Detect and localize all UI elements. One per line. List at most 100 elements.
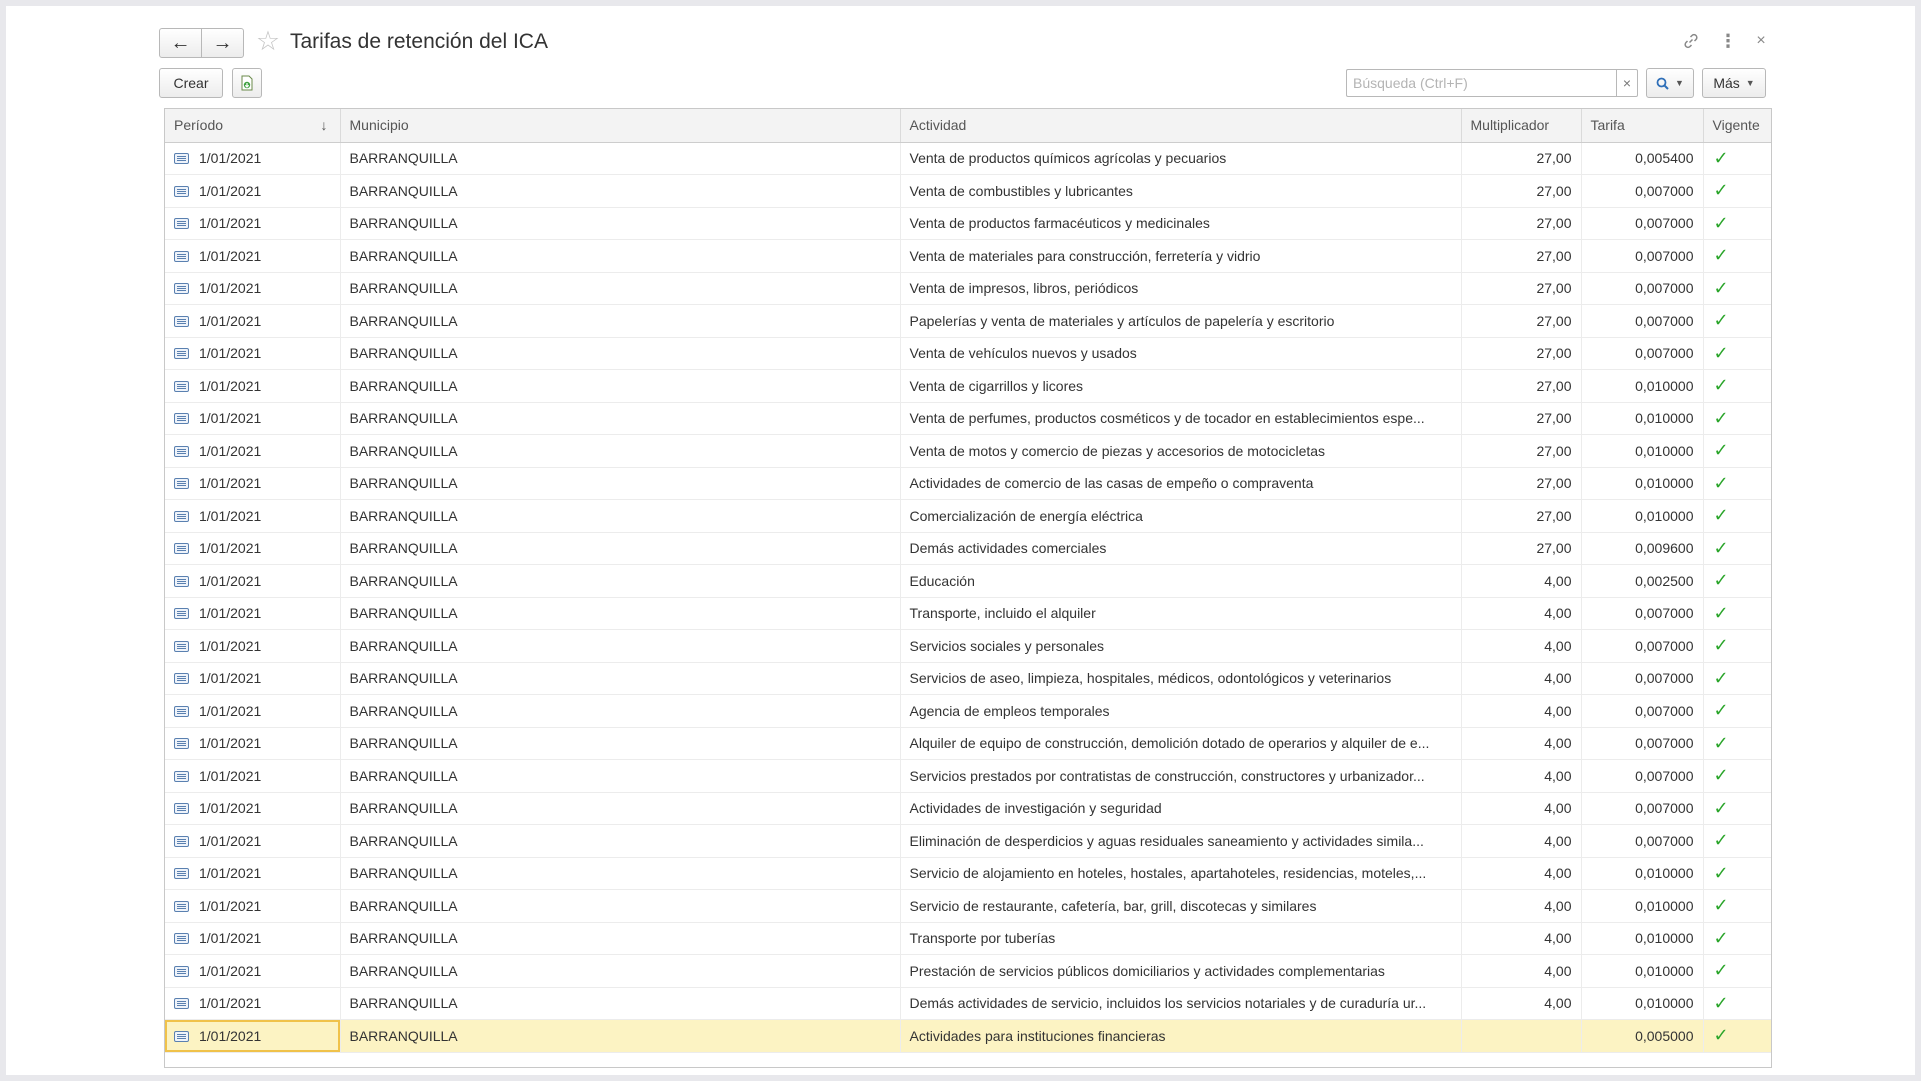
more-button[interactable]: Más ▼ (1702, 68, 1766, 98)
cell-multiplicador[interactable]: 27,00 (1461, 304, 1582, 338)
cell-multiplicador[interactable]: 27,00 (1461, 369, 1582, 403)
cell-periodo[interactable]: 1/01/2021 (165, 239, 341, 273)
cell-multiplicador[interactable]: 4,00 (1461, 987, 1582, 1020)
table-row[interactable]: 1/01/2021 BARRANQUILLA Papelerías y venta … (165, 304, 1771, 338)
cell-vigente[interactable]: ✓ (1703, 142, 1771, 175)
cell-actividad[interactable]: Venta de materiales para construcción, f… (900, 239, 1462, 273)
cell-multiplicador[interactable]: 27,00 (1461, 337, 1582, 370)
table-row[interactable]: 1/01/2021 BARRANQUILLA Alquiler de equipo … (165, 727, 1771, 760)
table-row[interactable]: 1/01/2021 BARRANQUILLA Venta de perfumes, … (165, 402, 1771, 435)
cell-actividad[interactable]: Venta de motos y comercio de piezas y ac… (900, 434, 1462, 468)
cell-tarifa[interactable]: 0,010000 (1581, 434, 1704, 468)
cell-periodo[interactable]: 1/01/2021 (165, 824, 341, 858)
cell-municipio[interactable]: BARRANQUILLA (340, 922, 901, 955)
cell-municipio[interactable]: BARRANQUILLA (340, 337, 901, 370)
cell-vigente[interactable]: ✓ (1703, 499, 1771, 533)
cell-multiplicador[interactable]: 4,00 (1461, 922, 1582, 955)
cell-actividad[interactable]: Venta de cigarrillos y licores (900, 369, 1462, 403)
cell-municipio[interactable]: BARRANQUILLA (340, 597, 901, 630)
cell-vigente[interactable]: ✓ (1703, 792, 1771, 825)
close-icon[interactable]: × (1748, 28, 1774, 54)
cell-multiplicador[interactable]: 4,00 (1461, 792, 1582, 825)
table-row[interactable]: 1/01/2021 BARRANQUILLA Servicios sociales … (165, 629, 1771, 663)
cell-municipio[interactable]: BARRANQUILLA (340, 369, 901, 403)
cell-tarifa[interactable]: 0,007000 (1581, 662, 1704, 695)
cell-periodo[interactable]: 1/01/2021 (165, 662, 341, 695)
cell-vigente[interactable]: ✓ (1703, 824, 1771, 858)
cell-tarifa[interactable]: 0,010000 (1581, 467, 1704, 500)
table-row[interactable]: 1/01/2021 BARRANQUILLA Venta de vehículos … (165, 337, 1771, 370)
cell-periodo[interactable]: 1/01/2021 (165, 792, 341, 825)
cell-tarifa[interactable]: 0,007000 (1581, 824, 1704, 858)
cell-municipio[interactable]: BARRANQUILLA (340, 239, 901, 273)
cell-municipio[interactable]: BARRANQUILLA (340, 727, 901, 760)
cell-tarifa[interactable]: 0,007000 (1581, 727, 1704, 760)
cell-periodo[interactable]: 1/01/2021 (165, 727, 341, 760)
cell-actividad[interactable]: Venta de perfumes, productos cosméticos … (900, 402, 1462, 435)
cell-municipio[interactable]: BARRANQUILLA (340, 889, 901, 923)
cell-municipio[interactable]: BARRANQUILLA (340, 467, 901, 500)
cell-vigente[interactable]: ✓ (1703, 564, 1771, 598)
cell-municipio[interactable]: BARRANQUILLA (340, 532, 901, 565)
table-row[interactable]: 1/01/2021 BARRANQUILLA Actividades de come… (165, 467, 1771, 500)
cell-tarifa[interactable]: 0,010000 (1581, 857, 1704, 890)
cell-vigente[interactable]: ✓ (1703, 597, 1771, 630)
create-button[interactable]: Crear (159, 68, 223, 98)
cell-actividad[interactable]: Transporte por tuberías (900, 922, 1462, 955)
table-row[interactable]: 1/01/2021 BARRANQUILLA Venta de motos y co… (165, 434, 1771, 468)
cell-actividad[interactable]: Venta de vehículos nuevos y usados (900, 337, 1462, 370)
cell-municipio[interactable]: BARRANQUILLA (340, 759, 901, 793)
cell-tarifa[interactable]: 0,010000 (1581, 499, 1704, 533)
table-row[interactable]: 1/01/2021 BARRANQUILLA Agencia de empleos … (165, 694, 1771, 728)
cell-actividad[interactable]: Prestación de servicios públicos domicil… (900, 954, 1462, 988)
cell-multiplicador[interactable]: 4,00 (1461, 727, 1582, 760)
cell-municipio[interactable]: BARRANQUILLA (340, 564, 901, 598)
cell-municipio[interactable]: BARRANQUILLA (340, 434, 901, 468)
cell-actividad[interactable]: Actividades para instituciones financier… (900, 1019, 1462, 1053)
back-button[interactable]: ← (160, 29, 201, 57)
column-header-actividad[interactable]: Actividad (900, 109, 1462, 143)
cell-vigente[interactable]: ✓ (1703, 239, 1771, 273)
cell-tarifa[interactable]: 0,005000 (1581, 1019, 1704, 1053)
cell-periodo[interactable]: 1/01/2021 (165, 759, 341, 793)
cell-actividad[interactable]: Venta de productos farmacéuticos y medic… (900, 207, 1462, 240)
cell-actividad[interactable]: Actividades de investigación y seguridad (900, 792, 1462, 825)
cell-actividad[interactable]: Servicio de restaurante, cafetería, bar,… (900, 889, 1462, 923)
cell-periodo[interactable]: 1/01/2021 (165, 499, 341, 533)
cell-multiplicador[interactable]: 4,00 (1461, 629, 1582, 663)
cell-tarifa[interactable]: 0,007000 (1581, 629, 1704, 663)
cell-actividad[interactable]: Venta de combustibles y lubricantes (900, 174, 1462, 208)
cell-periodo[interactable]: 1/01/2021 (165, 857, 341, 890)
cell-vigente[interactable]: ✓ (1703, 369, 1771, 403)
cell-vigente[interactable]: ✓ (1703, 629, 1771, 663)
table-row[interactable]: 1/01/2021 BARRANQUILLA Transporte, incluid… (165, 597, 1771, 630)
cell-actividad[interactable]: Educación (900, 564, 1462, 598)
cell-vigente[interactable]: ✓ (1703, 467, 1771, 500)
cell-multiplicador[interactable]: 4,00 (1461, 694, 1582, 728)
cell-tarifa[interactable]: 0,007000 (1581, 272, 1704, 305)
cell-municipio[interactable]: BARRANQUILLA (340, 499, 901, 533)
cell-tarifa[interactable]: 0,007000 (1581, 597, 1704, 630)
cell-periodo[interactable]: 1/01/2021 (165, 1019, 341, 1053)
table-row[interactable]: 1/01/2021 BARRANQUILLA Venta de productos … (165, 142, 1771, 175)
link-button[interactable] (1678, 28, 1704, 54)
search-options-button[interactable]: ▼ (1646, 68, 1694, 98)
table-row[interactable]: 1/01/2021 BARRANQUILLA Demás actividades c… (165, 532, 1771, 565)
table-row[interactable]: 1/01/2021 BARRANQUILLA Servicio de alojami… (165, 857, 1771, 890)
cell-municipio[interactable]: BARRANQUILLA (340, 987, 901, 1020)
table-row[interactable]: 1/01/2021 BARRANQUILLA Eliminación de desp… (165, 824, 1771, 858)
save-to-file-button[interactable] (232, 68, 262, 98)
cell-vigente[interactable]: ✓ (1703, 954, 1771, 988)
cell-vigente[interactable]: ✓ (1703, 694, 1771, 728)
more-actions-icon[interactable]: ⋮ (1715, 28, 1741, 54)
cell-periodo[interactable]: 1/01/2021 (165, 174, 341, 208)
cell-vigente[interactable]: ✓ (1703, 272, 1771, 305)
cell-periodo[interactable]: 1/01/2021 (165, 922, 341, 955)
cell-multiplicador[interactable]: 4,00 (1461, 889, 1582, 923)
cell-municipio[interactable]: BARRANQUILLA (340, 174, 901, 208)
table-row[interactable]: 1/01/2021 BARRANQUILLA Actividades de inve… (165, 792, 1771, 825)
table-row[interactable]: 1/01/2021 BARRANQUILLA Actividades para in… (165, 1019, 1771, 1053)
cell-tarifa[interactable]: 0,010000 (1581, 402, 1704, 435)
cell-periodo[interactable]: 1/01/2021 (165, 889, 341, 923)
cell-tarifa[interactable]: 0,010000 (1581, 987, 1704, 1020)
